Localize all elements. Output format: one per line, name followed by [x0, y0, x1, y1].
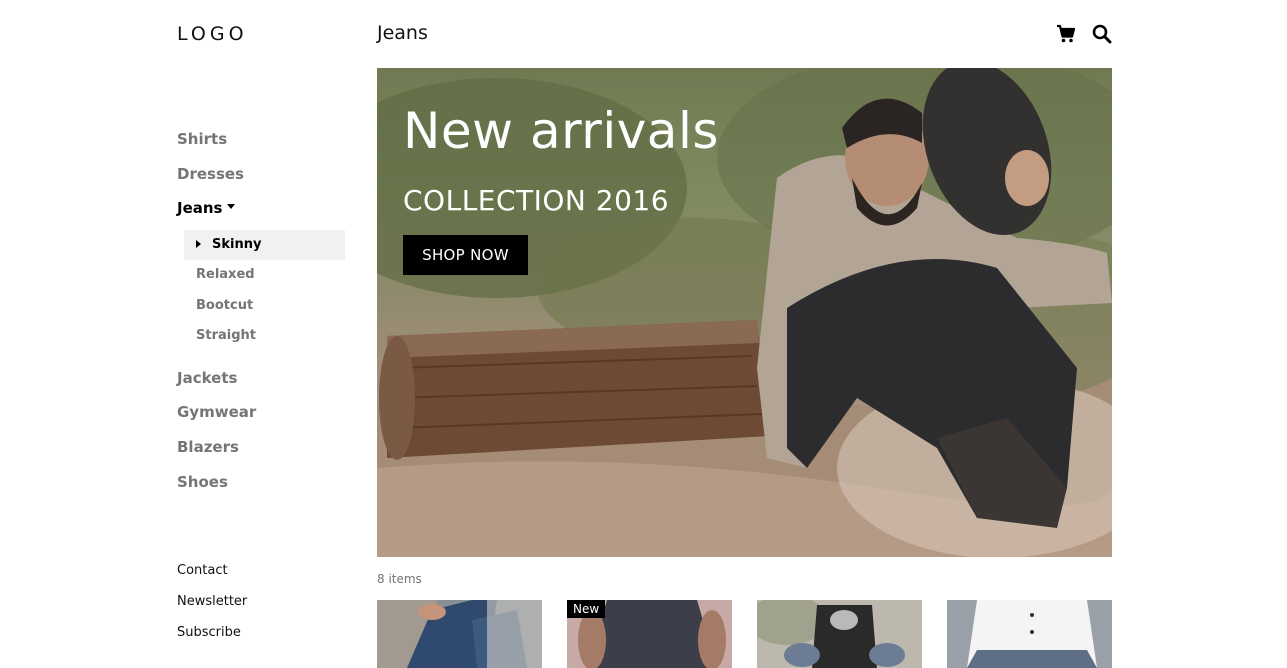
product-image: [757, 600, 922, 668]
product-card[interactable]: New: [567, 600, 732, 668]
newsletter-link[interactable]: Newsletter: [177, 592, 247, 623]
sidebar-item-label: Jeans: [177, 199, 223, 218]
subscribe-link[interactable]: Subscribe: [177, 623, 247, 654]
subnav-item-label: Bootcut: [196, 297, 254, 313]
cart-icon[interactable]: [1056, 24, 1076, 44]
page-title: Jeans: [377, 22, 428, 44]
sidebar-item-gymwear[interactable]: Gymwear: [177, 400, 347, 435]
logo[interactable]: LOGO: [177, 23, 248, 45]
shop-now-button[interactable]: SHOP NOW: [403, 235, 528, 275]
subnav-item-label: Relaxed: [196, 267, 255, 283]
hero-banner: New arrivals COLLECTION 2016 SHOP NOW: [377, 68, 1112, 557]
caret-right-icon: [196, 239, 201, 248]
new-badge: New: [567, 600, 606, 618]
sidebar-nav: Shirts Dresses Jeans Skinny Relaxed Boot…: [177, 127, 347, 504]
subnav-item-straight[interactable]: Straight: [184, 321, 347, 352]
sidebar-footer-links: Contact Newsletter Subscribe: [177, 561, 247, 654]
sidebar-item-label: Jackets: [177, 368, 238, 387]
subnav-item-relaxed[interactable]: Relaxed: [184, 260, 347, 291]
product-image: [377, 600, 542, 668]
subnav-item-skinny[interactable]: Skinny: [184, 229, 345, 261]
contact-link[interactable]: Contact: [177, 561, 247, 592]
subnav-item-label: Straight: [196, 328, 256, 344]
sidebar-item-dresses[interactable]: Dresses: [177, 162, 347, 197]
sidebar-item-shirts[interactable]: Shirts: [177, 127, 347, 162]
sidebar-item-label: Gymwear: [177, 403, 257, 422]
sidebar-item-label: Shoes: [177, 472, 228, 491]
search-icon[interactable]: [1092, 24, 1112, 44]
subnav-item-label: Skinny: [212, 236, 262, 252]
sidebar-item-jeans[interactable]: Jeans: [177, 196, 347, 231]
hero-subtitle: COLLECTION 2016: [403, 184, 670, 217]
product-card[interactable]: [947, 600, 1112, 668]
sidebar-item-label: Shirts: [177, 130, 228, 148]
page: LOGO Shirts Dresses Jeans Skinny Relaxed…: [0, 0, 1287, 668]
header-actions: [1056, 24, 1112, 44]
product-image: [947, 600, 1112, 668]
product-card[interactable]: [757, 600, 922, 668]
sidebar-item-label: Blazers: [177, 437, 239, 456]
jeans-subnav: Skinny Relaxed Bootcut Straight: [184, 229, 347, 352]
product-card[interactable]: [377, 600, 542, 668]
items-count: 8 items: [377, 572, 422, 586]
hero-title: New arrivals: [403, 102, 719, 160]
sidebar-item-jackets[interactable]: Jackets: [177, 366, 347, 401]
caret-down-icon: [227, 204, 236, 210]
sidebar-item-shoes[interactable]: Shoes: [177, 470, 347, 505]
sidebar-item-blazers[interactable]: Blazers: [177, 435, 347, 470]
subnav-item-bootcut[interactable]: Bootcut: [184, 291, 347, 322]
sidebar-item-label: Dresses: [177, 164, 244, 183]
